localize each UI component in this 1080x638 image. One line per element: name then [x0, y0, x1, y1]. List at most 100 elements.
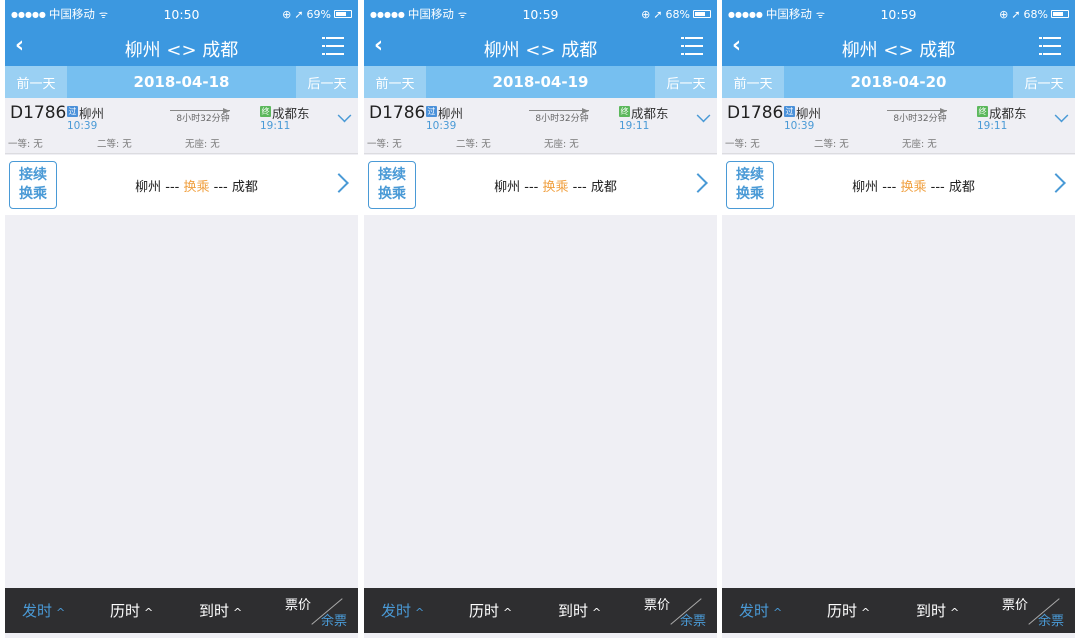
location-icon: ➚ [653, 7, 663, 21]
battery-percent: 69% [306, 7, 331, 21]
train-number: D1786 [369, 103, 426, 123]
wifi-icon: ᯤ [457, 10, 468, 21]
seat-second: 二等: 无 [814, 139, 849, 150]
sort-duration-tab[interactable]: 历时 ^ [827, 600, 870, 621]
pass-tag: 过 [67, 106, 78, 117]
page-title: 柳州 <> 成都 [841, 40, 956, 61]
chevron-down-icon[interactable] [1054, 108, 1069, 123]
status-bar: ●●●●● 中国移动 ᯤ 10:59 ⊕ ➚ 68% [364, 0, 717, 28]
phone-screen-3: ●●●●● 中国移动 ᯤ 10:59 ⊕ ➚ 68% ‹ 柳州 <> 成都 前一… [722, 0, 1075, 638]
carrier-label: 中国移动 [48, 7, 95, 21]
transfer-badge: 接续 换乘 [9, 161, 57, 209]
arrive-time: 19:11 [260, 120, 291, 132]
chevron-right-icon[interactable] [329, 173, 349, 193]
transfer-row[interactable]: 接续 换乘 柳州 --- 换乘 --- 成都 [364, 155, 717, 215]
sort-depart-tab[interactable]: 发时 ^ [739, 600, 782, 621]
sort-duration-tab[interactable]: 历时 ^ [469, 600, 512, 621]
date-bar: 前一天 2018-04-19 后一天 [364, 66, 717, 98]
train-row[interactable]: D1786 过 柳州 10:39 8小时32分钟 终 成都东 19:11 一等:… [722, 98, 1075, 154]
transfer-row[interactable]: 接续 换乘 柳州 --- 换乘 --- 成都 [5, 155, 358, 215]
sort-bar: 发时 ^ 历时 ^ 到时 ^ 票价 余票 [722, 588, 1075, 633]
chevron-down-icon[interactable] [696, 108, 711, 123]
sort-duration-tab[interactable]: 历时 ^ [110, 600, 153, 621]
pass-tag: 过 [784, 106, 795, 117]
battery-icon [1051, 10, 1069, 18]
transfer-badge: 接续 换乘 [726, 161, 774, 209]
train-row[interactable]: D1786 过 柳州 10:39 8小时32分钟 终 成都东 19:11 一等:… [5, 98, 358, 154]
seat-first: 一等: 无 [8, 139, 43, 150]
sort-bar: 发时 ^ 历时 ^ 到时 ^ 票价 余票 [364, 588, 717, 633]
seat-second: 二等: 无 [456, 139, 491, 150]
train-number: D1786 [727, 103, 784, 123]
page-title: 柳州 <> 成都 [483, 40, 598, 61]
train-row[interactable]: D1786 过 柳州 10:39 8小时32分钟 终 成都东 19:11 一等:… [364, 98, 717, 154]
sort-depart-tab[interactable]: 发时 ^ [22, 600, 65, 621]
status-bar: ●●●●● 中国移动 ᯤ 10:50 ⊕ ➚ 69% [5, 0, 358, 28]
chevron-down-icon[interactable] [337, 108, 352, 123]
battery-percent: 68% [1023, 7, 1048, 21]
seat-first: 一等: 无 [367, 139, 402, 150]
chevron-right-icon[interactable] [688, 173, 708, 193]
phone-screen-1: ●●●●● 中国移动 ᯤ 10:50 ⊕ ➚ 69% ‹ 柳州 <> 成都 前一… [5, 0, 358, 638]
duration: 8小时32分钟 [176, 114, 230, 124]
status-bar: ●●●●● 中国移动 ᯤ 10:59 ⊕ ➚ 68% [722, 0, 1075, 28]
end-tag: 终 [260, 106, 271, 117]
menu-icon[interactable] [681, 35, 703, 57]
date-bar: 前一天 2018-04-20 后一天 [722, 66, 1075, 98]
battery-percent: 68% [665, 7, 690, 21]
sort-arrive-tab[interactable]: 到时 ^ [558, 600, 601, 621]
transfer-route: 柳州 --- 换乘 --- 成都 [852, 180, 975, 195]
location-icon: ➚ [1011, 7, 1021, 21]
train-number: D1786 [10, 103, 67, 123]
orientation-lock-icon: ⊕ [999, 7, 1009, 21]
transfer-route: 柳州 --- 换乘 --- 成都 [494, 180, 617, 195]
end-tag: 终 [977, 106, 988, 117]
location-icon: ➚ [294, 7, 304, 21]
list-empty-area [5, 215, 358, 588]
carrier-label: 中国移动 [407, 7, 454, 21]
chevron-right-icon[interactable] [1046, 173, 1066, 193]
depart-time: 10:39 [67, 120, 98, 132]
seat-second: 二等: 无 [97, 139, 132, 150]
phone-screen-2: ●●●●● 中国移动 ᯤ 10:59 ⊕ ➚ 68% ‹ 柳州 <> 成都 前一… [364, 0, 717, 638]
seat-none: 无座: 无 [185, 139, 220, 150]
seat-none: 无座: 无 [544, 139, 579, 150]
end-tag: 终 [619, 106, 630, 117]
sort-arrive-tab[interactable]: 到时 ^ [199, 600, 242, 621]
carrier-label: 中国移动 [765, 7, 812, 21]
date-bar: 前一天 2018-04-18 后一天 [5, 66, 358, 98]
transfer-route: 柳州 --- 换乘 --- 成都 [135, 180, 258, 195]
menu-icon[interactable] [1039, 35, 1061, 57]
next-day-button[interactable]: 后一天 [655, 66, 717, 98]
pass-tag: 过 [426, 106, 437, 117]
depart-time: 10:39 [426, 120, 457, 132]
signal-dots-icon: ●●●●● [11, 9, 46, 19]
wifi-icon: ᯤ [815, 10, 826, 21]
menu-icon[interactable] [322, 35, 344, 57]
list-empty-area [364, 215, 717, 588]
sort-price-tab[interactable]: 票价 余票 [642, 592, 712, 630]
nav-bar: ‹ 柳州 <> 成都 [722, 28, 1075, 66]
depart-time: 10:39 [784, 120, 815, 132]
wifi-icon: ᯤ [98, 10, 109, 21]
arrive-time: 19:11 [619, 120, 650, 132]
sort-price-tab[interactable]: 票价 余票 [283, 592, 353, 630]
duration: 8小时32分钟 [535, 114, 589, 124]
battery-icon [334, 10, 352, 18]
sort-depart-tab[interactable]: 发时 ^ [381, 600, 424, 621]
transfer-badge: 接续 换乘 [368, 161, 416, 209]
nav-bar: ‹ 柳州 <> 成都 [5, 28, 358, 66]
next-day-button[interactable]: 后一天 [296, 66, 358, 98]
seat-first: 一等: 无 [725, 139, 760, 150]
orientation-lock-icon: ⊕ [641, 7, 651, 21]
arrive-time: 19:11 [977, 120, 1008, 132]
next-day-button[interactable]: 后一天 [1013, 66, 1075, 98]
duration: 8小时32分钟 [893, 114, 947, 124]
signal-dots-icon: ●●●●● [728, 9, 763, 19]
battery-icon [693, 10, 711, 18]
sort-arrive-tab[interactable]: 到时 ^ [916, 600, 959, 621]
transfer-row[interactable]: 接续 换乘 柳州 --- 换乘 --- 成都 [722, 155, 1075, 215]
nav-bar: ‹ 柳州 <> 成都 [364, 28, 717, 66]
sort-price-tab[interactable]: 票价 余票 [1000, 592, 1070, 630]
list-empty-area [722, 215, 1075, 588]
